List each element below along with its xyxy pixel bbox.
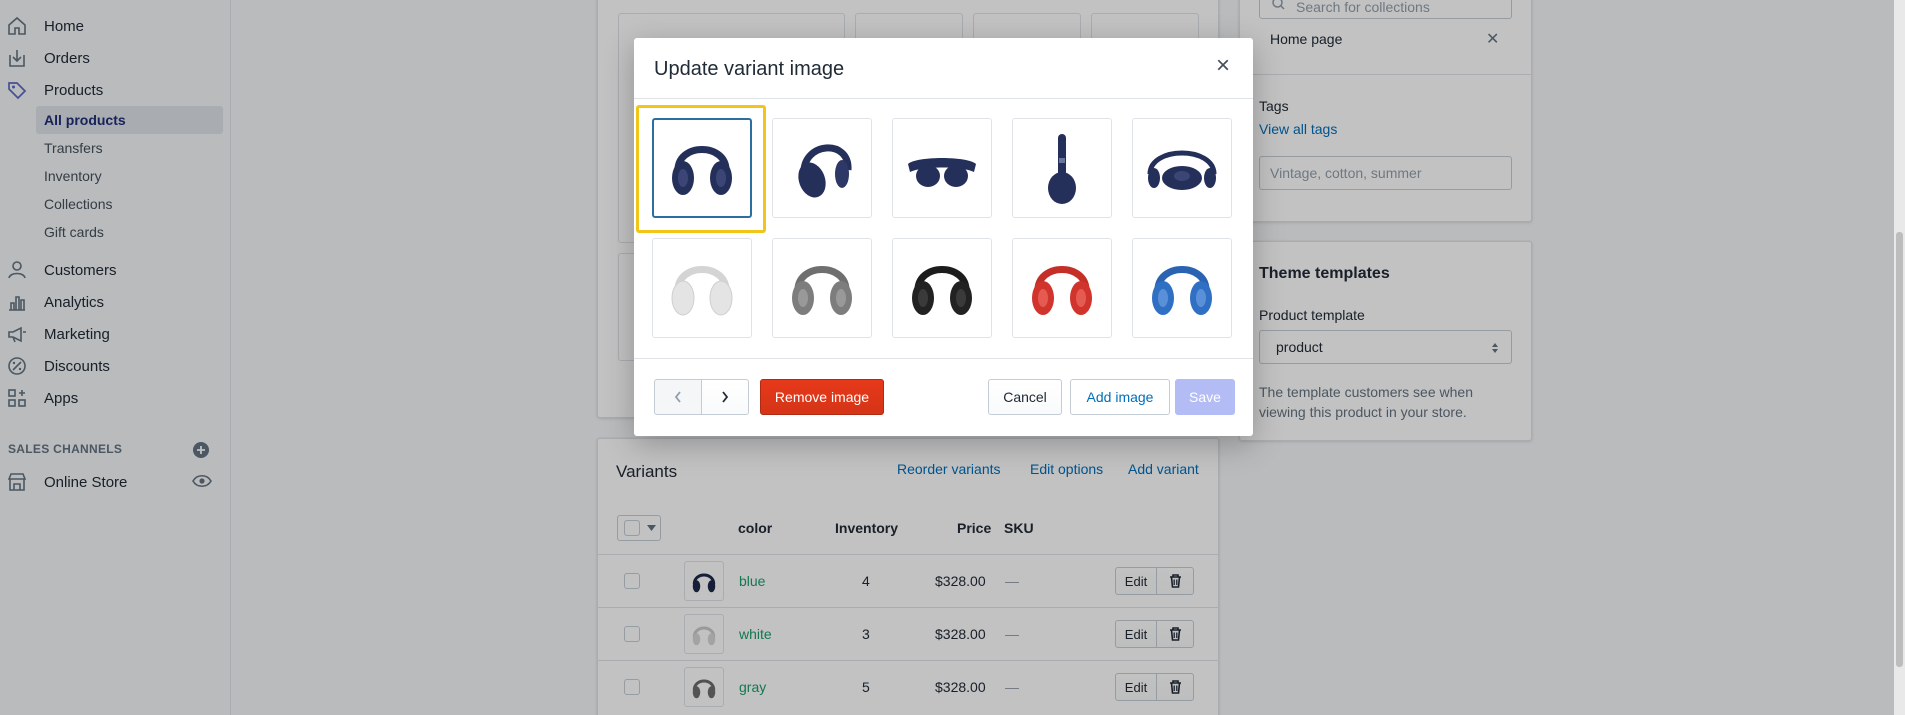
image-option-white-front[interactable] (652, 238, 752, 338)
chevron-right-icon (722, 391, 729, 403)
image-option-gray-front[interactable] (772, 238, 872, 338)
modal-title: Update variant image (654, 58, 845, 80)
image-option-navy-case[interactable] (1132, 118, 1232, 218)
headphones-image (798, 144, 852, 198)
cancel-button[interactable]: Cancel (988, 379, 1062, 415)
image-option-navy-side[interactable] (772, 118, 872, 218)
headphones-image (792, 266, 852, 315)
previous-page-button[interactable] (654, 379, 702, 415)
modal-footer: Remove image Cancel Add image Save (634, 358, 1253, 436)
modal-header: Update variant image × (634, 38, 1253, 99)
save-button[interactable]: Save (1175, 379, 1235, 415)
headphones-image (671, 266, 733, 316)
add-image-button[interactable]: Add image (1070, 379, 1170, 415)
image-option-navy-folded[interactable] (892, 118, 992, 218)
chevron-left-icon (674, 391, 681, 403)
next-page-button[interactable] (701, 379, 749, 415)
headphones-image (1032, 266, 1092, 315)
image-option-blue-front[interactable] (1132, 238, 1232, 338)
image-option-red-front[interactable] (1012, 238, 1112, 338)
headphones-image (1048, 134, 1076, 204)
headphones-image (912, 266, 972, 315)
close-icon[interactable]: × (1209, 52, 1237, 80)
image-option-black-front[interactable] (892, 238, 992, 338)
headphones-image (908, 158, 976, 187)
headphones-image (672, 146, 732, 195)
image-option-navy-front[interactable] (652, 118, 752, 218)
headphones-image (1147, 150, 1217, 190)
page-scrollbar[interactable] (1894, 0, 1905, 715)
remove-image-button[interactable]: Remove image (760, 379, 884, 415)
image-option-navy-profile[interactable] (1012, 118, 1112, 218)
headphones-image (1152, 266, 1212, 315)
scrollbar-thumb[interactable] (1896, 232, 1903, 667)
update-variant-image-modal: Update variant image × Remove image Canc… (634, 38, 1253, 436)
